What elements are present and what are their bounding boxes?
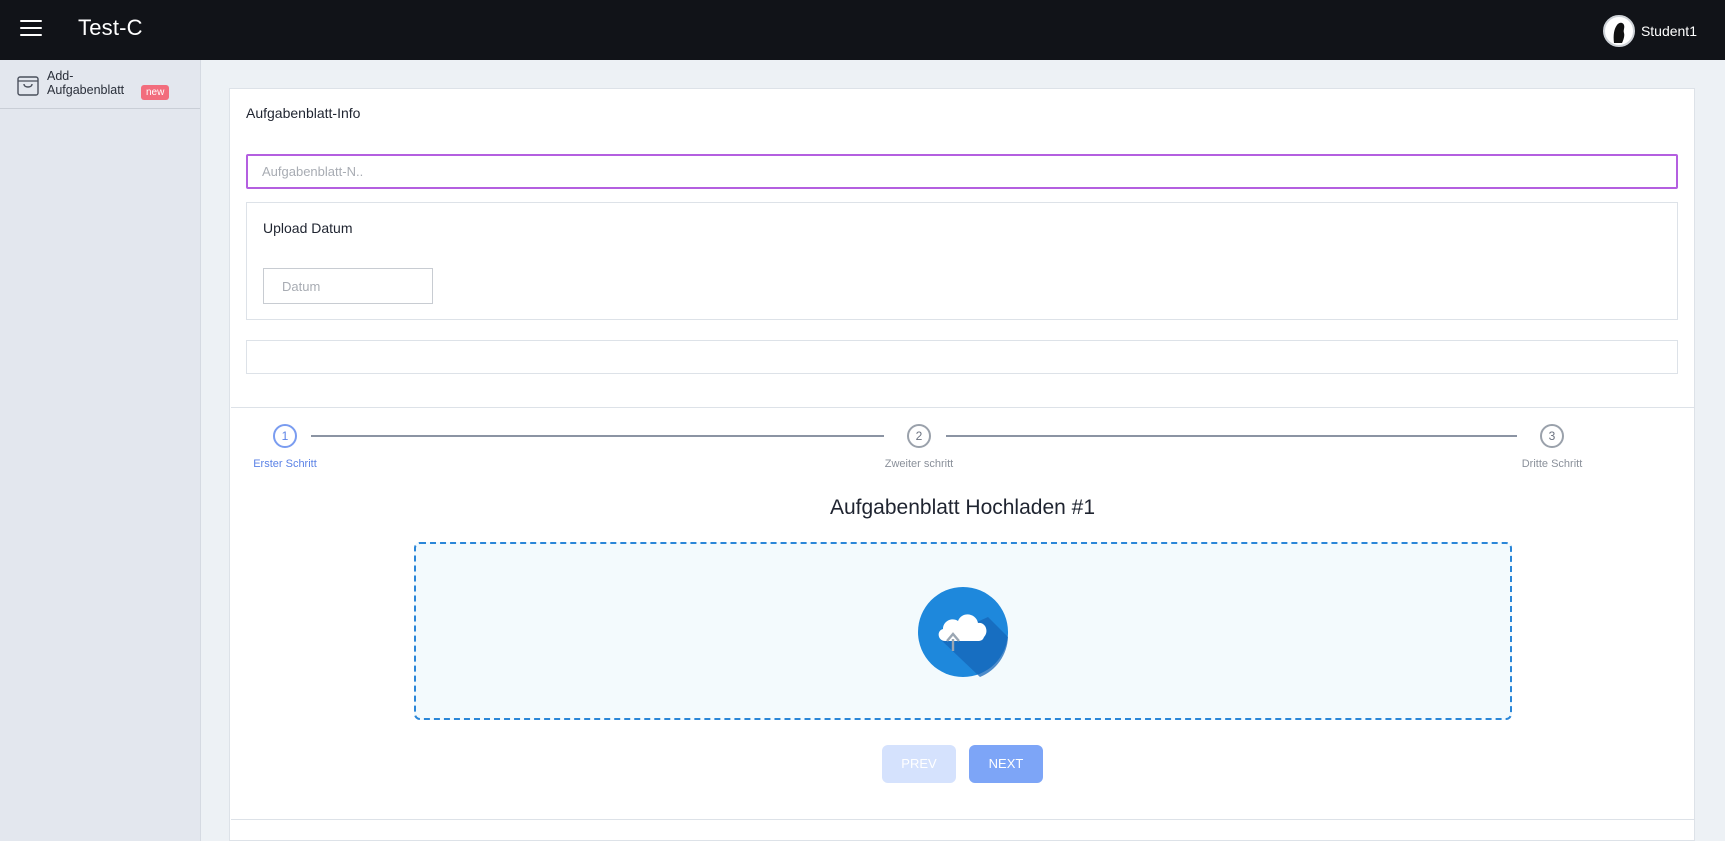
section-title: Aufgabenblatt-Info [246, 105, 361, 121]
new-badge: new [141, 85, 170, 100]
shopping-bag-icon [17, 72, 39, 101]
step-2-indicator[interactable]: 2 [907, 424, 931, 448]
upload-date-title: Upload Datum [263, 220, 353, 236]
date-input[interactable] [263, 268, 433, 304]
step-2-label: Zweiter schritt [884, 458, 954, 470]
empty-field[interactable] [246, 340, 1678, 374]
step-connector-line [946, 435, 1517, 437]
main-card: Aufgabenblatt-Info Upload Datum 1 2 3 Er… [229, 88, 1695, 841]
sidebar: Add-Aufgabenblatt new [0, 60, 201, 841]
next-button[interactable]: NEXT [969, 745, 1043, 783]
step-1-label: Erster Schritt [253, 458, 317, 470]
hamburger-menu-icon[interactable] [20, 20, 42, 40]
step-3-label: Dritte Schritt [1521, 458, 1583, 470]
sidebar-item-label: Add-Aufgabenblatt [47, 69, 125, 97]
stepper: 1 2 3 Erster Schritt Zweiter schritt Dri… [231, 407, 1694, 820]
app-brand[interactable]: Test-C [78, 15, 143, 41]
sidebar-item-add-aufgabenblatt[interactable]: Add-Aufgabenblatt new [0, 60, 200, 109]
step-1-indicator[interactable]: 1 [273, 424, 297, 448]
avatar[interactable] [1602, 15, 1635, 47]
prev-button[interactable]: PREV [882, 745, 956, 783]
aufgabenblatt-name-input[interactable] [246, 154, 1678, 189]
user-name[interactable]: Student1 [1641, 23, 1697, 39]
user-menu[interactable]: Student1 [1602, 15, 1697, 47]
step-3-indicator[interactable]: 3 [1540, 424, 1564, 448]
file-dropzone[interactable] [414, 542, 1512, 720]
top-navbar: Test-C Student1 [0, 0, 1725, 60]
step-connector-line [311, 435, 884, 437]
upload-heading: Aufgabenblatt Hochladen #1 [829, 496, 1096, 519]
cloud-upload-icon [918, 587, 1008, 682]
upload-date-panel: Upload Datum [246, 202, 1678, 320]
